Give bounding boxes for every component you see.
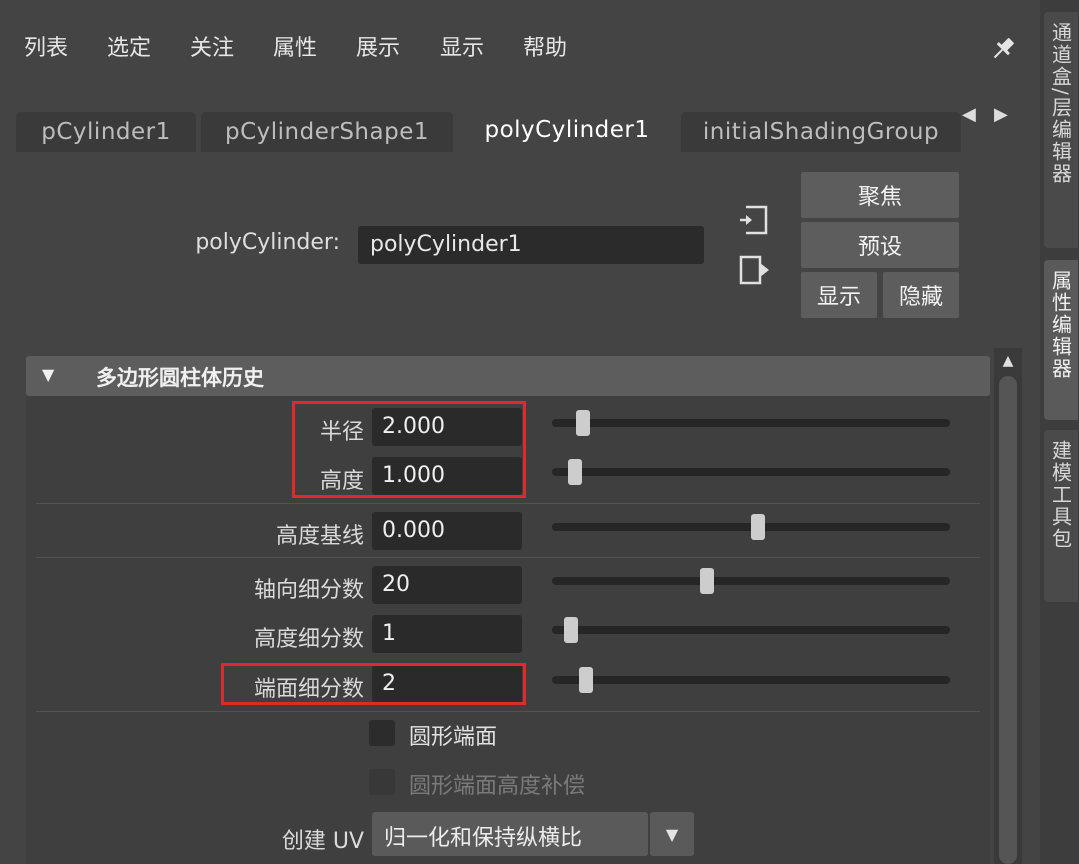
show-connections-icon[interactable] bbox=[738, 254, 770, 286]
menu-bar: 列表 选定 关注 属性 展示 显示 帮助 bbox=[0, 0, 1040, 100]
scroll-up-icon[interactable]: ▲ bbox=[994, 348, 1022, 374]
focus-button[interactable]: 聚焦 bbox=[801, 172, 959, 218]
divider bbox=[36, 711, 980, 712]
menu-help[interactable]: 帮助 bbox=[523, 30, 567, 62]
dropdown-arrow-icon[interactable]: ▼ bbox=[650, 812, 694, 856]
side-tab-label: 通道盒/层编辑器 bbox=[1048, 22, 1073, 185]
height-divisions-field[interactable]: 1 bbox=[372, 615, 522, 653]
height-baseline-slider-handle[interactable] bbox=[751, 514, 765, 540]
side-tab-attribute-editor[interactable]: 属性编辑器 bbox=[1044, 260, 1078, 420]
presets-button[interactable]: 预设 bbox=[801, 222, 959, 268]
axis-divisions-label: 轴向细分数 bbox=[253, 578, 364, 603]
menu-display[interactable]: 显示 bbox=[440, 30, 484, 62]
height-divisions-slider-handle[interactable] bbox=[563, 617, 578, 643]
load-selected-icon[interactable] bbox=[738, 204, 770, 236]
divider bbox=[36, 557, 980, 558]
side-tab-modeling-toolkit[interactable]: 建模工具包 bbox=[1044, 430, 1078, 602]
height-baseline-label: 高度基线 bbox=[275, 524, 364, 549]
height-divisions-label: 高度细分数 bbox=[253, 627, 364, 652]
radius-slider[interactable] bbox=[552, 419, 950, 427]
round-cap-height-comp-checkbox bbox=[369, 769, 395, 795]
tab-scroll-left-icon[interactable]: ◀ bbox=[962, 104, 976, 125]
round-cap-height-comp-label: 圆形端面高度补偿 bbox=[409, 774, 586, 799]
tab-scroll-right-icon[interactable]: ▶ bbox=[994, 104, 1008, 125]
node-type-label: polyCylinder: bbox=[195, 230, 340, 255]
create-uv-label: 创建 UV bbox=[281, 829, 364, 854]
axis-divisions-slider[interactable] bbox=[552, 577, 950, 585]
tab-initialshadinggroup[interactable]: initialShadingGroup bbox=[681, 112, 961, 152]
round-cap-label: 圆形端面 bbox=[409, 725, 498, 750]
divider bbox=[36, 503, 980, 504]
menu-focus[interactable]: 关注 bbox=[190, 30, 234, 62]
tab-polycylinder1[interactable]: polyCylinder1 bbox=[457, 108, 677, 152]
round-cap-checkbox[interactable] bbox=[369, 720, 395, 746]
collapse-triangle-icon[interactable]: ▼ bbox=[42, 365, 54, 384]
hide-button[interactable]: 隐藏 bbox=[883, 272, 959, 318]
radius-slider-handle[interactable] bbox=[575, 410, 590, 436]
node-name-field[interactable]: polyCylinder1 bbox=[358, 226, 704, 264]
menu-attributes[interactable]: 属性 bbox=[273, 30, 317, 62]
tab-pcylinder1[interactable]: pCylinder1 bbox=[16, 112, 196, 152]
height-slider[interactable] bbox=[552, 468, 950, 476]
highlight-box-cap-divisions bbox=[221, 663, 526, 705]
pin-icon[interactable] bbox=[988, 34, 1018, 64]
show-button[interactable]: 显示 bbox=[801, 272, 877, 318]
scrollbar-thumb[interactable] bbox=[999, 376, 1017, 864]
axis-divisions-field[interactable]: 20 bbox=[372, 566, 522, 604]
side-tab-label: 属性编辑器 bbox=[1048, 270, 1073, 380]
menu-select[interactable]: 选定 bbox=[107, 30, 151, 62]
cap-divisions-slider-handle[interactable] bbox=[579, 667, 594, 693]
side-tab-label: 建模工具包 bbox=[1048, 440, 1073, 550]
menu-show[interactable]: 展示 bbox=[356, 30, 400, 62]
section-title: 多边形圆柱体历史 bbox=[96, 366, 264, 390]
menu-list[interactable]: 列表 bbox=[24, 30, 68, 62]
side-tab-bar: 通道盒/层编辑器 属性编辑器 建模工具包 bbox=[1040, 0, 1079, 864]
cap-divisions-slider[interactable] bbox=[552, 676, 950, 684]
highlight-box-radius-height bbox=[292, 401, 526, 498]
height-baseline-field[interactable]: 0.000 bbox=[372, 512, 522, 550]
height-slider-handle[interactable] bbox=[567, 459, 582, 485]
axis-divisions-slider-handle[interactable] bbox=[700, 568, 715, 594]
height-divisions-slider[interactable] bbox=[552, 626, 950, 634]
node-tab-bar: pCylinder1 pCylinderShape1 polyCylinder1… bbox=[16, 108, 961, 152]
side-tab-channel-box[interactable]: 通道盒/层编辑器 bbox=[1044, 12, 1078, 248]
create-uv-dropdown[interactable]: 归一化和保持纵横比 bbox=[372, 812, 648, 856]
tab-pcylindershape1[interactable]: pCylinderShape1 bbox=[201, 112, 453, 152]
